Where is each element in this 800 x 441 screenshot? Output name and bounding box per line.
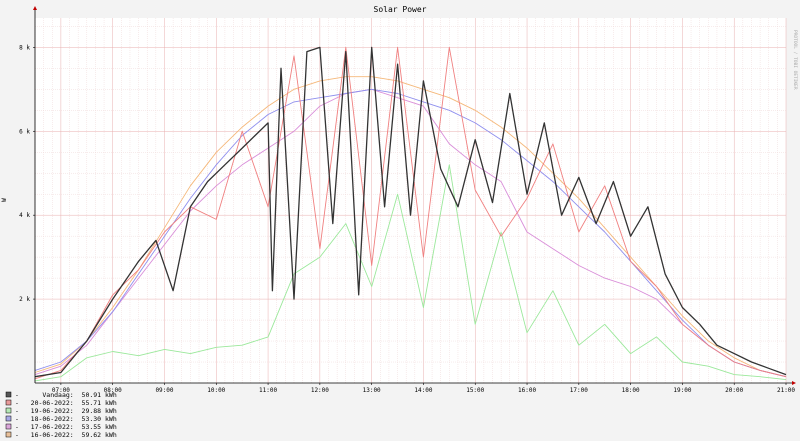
y-tick-label: 4 k: [19, 212, 30, 219]
legend-swatch: [5, 431, 12, 438]
legend-entry: - 18-06-2022: 53.30 kWh: [15, 415, 117, 423]
y-axis-label: W: [1, 198, 8, 202]
legend-entry: - 19-06-2022: 29.88 kWh: [15, 407, 117, 415]
legend-swatch: [5, 399, 12, 406]
x-tick-label: 19:00: [673, 387, 691, 394]
y-tick-label: 8 k: [19, 44, 30, 51]
x-tick-label: 13:00: [363, 387, 381, 394]
legend-swatch: [5, 391, 12, 398]
y-tick-label: 2 k: [19, 296, 30, 303]
legend-swatch: [5, 415, 12, 422]
side-watermark-text: PROTOOL / TOBI OETIKER: [792, 30, 798, 90]
x-tick-label: 20:00: [725, 387, 743, 394]
legend-entry: - Vandaag: 50.91 kWh: [15, 391, 117, 399]
x-tick-label: 14:00: [414, 387, 432, 394]
x-tick-label: 11:00: [259, 387, 277, 394]
x-tick-label: 21:00: [777, 387, 795, 394]
legend-entry: - 16-06-2022: 59.62 kWh: [15, 431, 117, 439]
legend-swatch: [5, 423, 12, 430]
x-tick-label: 10:00: [207, 387, 225, 394]
x-tick-label: 17:00: [570, 387, 588, 394]
legend-entry: - 20-06-2022: 55.71 kWh: [15, 399, 117, 407]
x-tick-label: 15:00: [466, 387, 484, 394]
legend-entry: - 17-06-2022: 53.55 kWh: [15, 423, 117, 431]
x-tick-label: 12:00: [311, 387, 329, 394]
legend: - Vandaag: 50.91 kWh- 20-06-2022: 55.71 …: [5, 391, 117, 439]
y-tick-label: 6 k: [19, 128, 30, 135]
x-tick-label: 16:00: [518, 387, 536, 394]
x-tick-label: 09:00: [155, 387, 173, 394]
solar-power-chart: 07:00 08:00 09:00 10:00 11:00 12:00 13:00 14:00…: [0, 0, 800, 441]
plot-area: [35, 18, 786, 383]
legend-swatch: [5, 407, 12, 414]
chart-title: Solar Power: [374, 5, 427, 14]
x-tick-label: 18:00: [622, 387, 640, 394]
